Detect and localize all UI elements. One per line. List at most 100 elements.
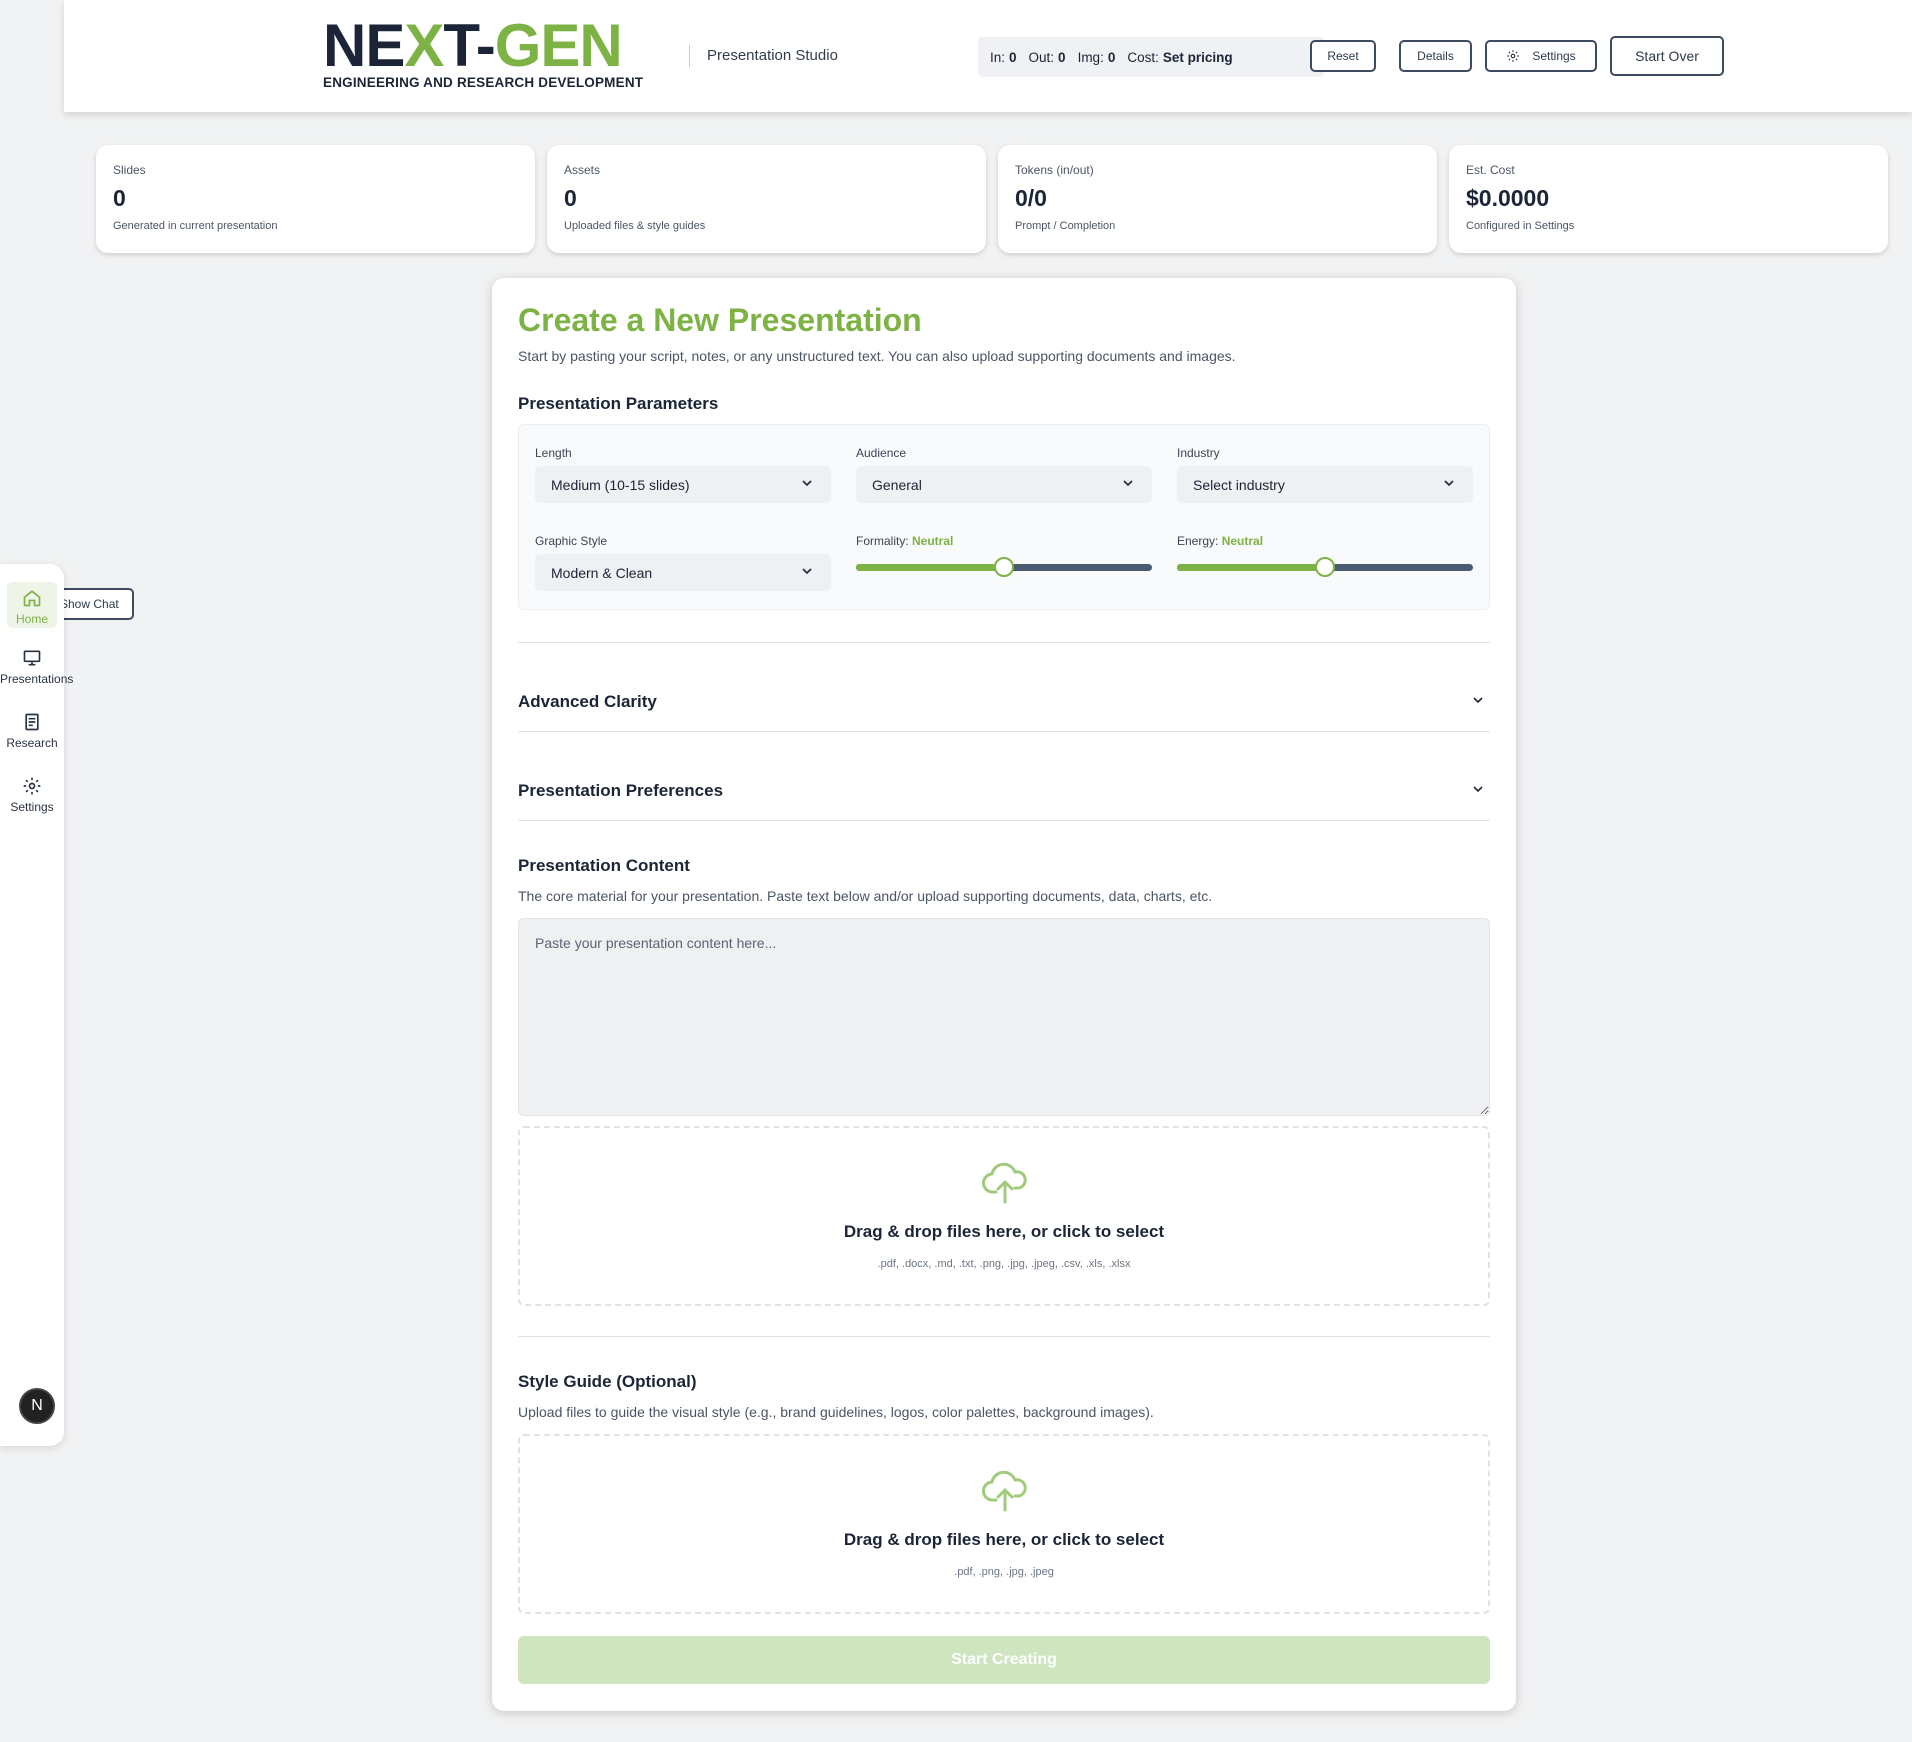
show-chat-label: Show Chat	[60, 597, 119, 611]
presentation-preferences-toggle[interactable]: Presentation Preferences	[518, 771, 1490, 811]
sidebar-item-label: Presentations	[0, 672, 74, 686]
audience-label: Audience	[856, 446, 907, 460]
chevron-down-icon	[1123, 480, 1133, 487]
usage-summary: In: 0 Out: 0 Img: 0 Cost: Set pricing	[978, 37, 1324, 77]
dropzone-title: Drag & drop files here, or click to sele…	[843, 1530, 1165, 1549]
stat-value: 0	[564, 185, 577, 211]
chevron-down-icon	[802, 480, 812, 487]
logo-part-gen: GEN	[494, 12, 623, 79]
formality-label: Formality: Neutral	[856, 534, 953, 548]
advanced-clarity-toggle[interactable]: Advanced Clarity	[518, 682, 1490, 722]
slider-thumb[interactable]	[1315, 557, 1335, 577]
sidebar-item-settings[interactable]: Settings	[0, 776, 64, 814]
sidebar-item-home[interactable]: Home	[7, 582, 57, 628]
sidebar-item-research[interactable]: Research	[0, 712, 64, 750]
style-guide-heading: Style Guide (Optional)	[518, 1372, 697, 1391]
gear-icon	[23, 777, 41, 795]
chevron-down-icon	[1444, 480, 1454, 487]
usage-img-value: 0	[1107, 49, 1116, 65]
energy-value: Neutral	[1221, 534, 1264, 548]
formality-value: Neutral	[912, 534, 954, 548]
stat-subtext: Generated in current presentation	[113, 220, 278, 232]
content-dropzone[interactable]: Drag & drop files here, or click to sele…	[518, 1126, 1490, 1306]
content-heading: Presentation Content	[518, 856, 690, 875]
brand-divider	[689, 45, 690, 67]
energy-slider[interactable]	[1177, 557, 1473, 577]
graphic-style-select[interactable]: Modern & Clean	[535, 554, 831, 591]
usage-out-label: Out:	[1028, 49, 1055, 65]
chevron-down-icon	[1473, 786, 1483, 793]
graphic-style-label: Graphic Style	[535, 534, 608, 548]
energy-label-text: Energy:	[1177, 534, 1219, 548]
reset-button[interactable]: Reset	[1310, 40, 1376, 72]
logo-part-x: X	[404, 12, 444, 79]
industry-select-value: Select industry	[1193, 476, 1285, 493]
usage-img-label: Img:	[1077, 49, 1104, 65]
presentation-preferences-label: Presentation Preferences	[518, 781, 724, 800]
divider	[518, 1336, 1490, 1337]
start-creating-button[interactable]: Start Creating	[518, 1636, 1490, 1684]
divider	[518, 820, 1490, 821]
slider-fill	[1177, 564, 1325, 571]
stat-label: Slides	[113, 163, 146, 177]
industry-select[interactable]: Select industry	[1177, 466, 1473, 503]
slider-thumb[interactable]	[994, 557, 1014, 577]
params-panel: Length Medium (10-15 slides) Audience Ge…	[518, 424, 1490, 610]
logo-part-t: T-	[443, 12, 495, 79]
stat-card-slides: Slides 0 Generated in current presentati…	[96, 145, 535, 253]
stat-label: Assets	[564, 163, 601, 177]
sidebar-item-label: Home	[15, 612, 48, 626]
cloud-upload-icon	[982, 1162, 1027, 1204]
energy-label: Energy: Neutral	[1177, 534, 1263, 548]
start-over-button[interactable]: Start Over	[1610, 36, 1724, 76]
stat-card-cost: Est. Cost $0.0000 Configured in Settings	[1449, 145, 1888, 253]
industry-label: Industry	[1177, 446, 1220, 460]
sidebar-nav: Home Presentations Research Settings N	[0, 564, 73, 1446]
stat-value: $0.0000	[1466, 185, 1550, 211]
create-presentation-card: Create a New Presentation Start by pasti…	[492, 278, 1516, 1711]
stat-subtext: Configured in Settings	[1466, 220, 1575, 232]
divider	[518, 731, 1490, 732]
length-label: Length	[535, 446, 572, 460]
settings-button[interactable]: Settings	[1485, 40, 1597, 72]
sidebar-item-label: Research	[6, 736, 58, 750]
content-textarea[interactable]	[518, 918, 1490, 1116]
stat-value: 0/0	[1015, 185, 1047, 211]
stat-value: 0	[113, 185, 126, 211]
stat-subtext: Uploaded files & style guides	[564, 220, 706, 232]
logo-tagline: ENGINEERING AND RESEARCH DEVELOPMENT	[323, 75, 644, 90]
details-button[interactable]: Details	[1399, 40, 1472, 72]
dropzone-file-types: .pdf, .png, .jpg, .jpeg	[954, 1566, 1054, 1578]
formality-label-text: Formality:	[856, 534, 909, 548]
style-guide-dropzone[interactable]: Drag & drop files here, or click to sele…	[518, 1434, 1490, 1614]
avatar[interactable]: N	[19, 1388, 55, 1424]
stat-subtext: Prompt / Completion	[1015, 220, 1116, 232]
dropzone-file-types: .pdf, .docx, .md, .txt, .png, .jpg, .jpe…	[877, 1258, 1131, 1270]
audience-select[interactable]: General	[856, 466, 1152, 503]
params-heading: Presentation Parameters	[518, 394, 719, 413]
sidebar-item-presentations[interactable]: Presentations	[0, 648, 73, 686]
next-gen-logo: NEXT-GEN ENGINEERING AND RESEARCH DEVELO…	[323, 16, 667, 92]
logo-wordmark: NEXT-GEN	[323, 16, 667, 76]
formality-slider[interactable]	[856, 557, 1152, 577]
home-icon	[23, 590, 41, 607]
style-guide-description: Upload files to guide the visual style (…	[518, 1404, 1154, 1420]
gear-icon	[1507, 50, 1520, 62]
chevron-down-icon	[1473, 697, 1483, 704]
content-description: The core material for your presentation.…	[518, 888, 1213, 904]
document-icon	[25, 713, 39, 731]
usage-in-value: 0	[1009, 49, 1017, 65]
slider-fill	[856, 564, 1004, 571]
logo-part-ne: NE	[323, 12, 405, 79]
length-select[interactable]: Medium (10-15 slides)	[535, 466, 831, 503]
page-subtitle: Start by pasting your script, notes, or …	[518, 348, 1236, 364]
page-title: Create a New Presentation	[518, 302, 922, 338]
dropzone-title: Drag & drop files here, or click to sele…	[843, 1222, 1165, 1241]
graphic-style-select-value: Modern & Clean	[551, 564, 653, 581]
usage-in-label: In:	[990, 49, 1006, 65]
sidebar-item-label: Settings	[10, 800, 54, 814]
stat-card-assets: Assets 0 Uploaded files & style guides	[547, 145, 986, 253]
stat-label: Est. Cost	[1466, 163, 1515, 177]
stat-card-tokens: Tokens (in/out) 0/0 Prompt / Completion	[998, 145, 1437, 253]
stat-label: Tokens (in/out)	[1015, 163, 1094, 177]
